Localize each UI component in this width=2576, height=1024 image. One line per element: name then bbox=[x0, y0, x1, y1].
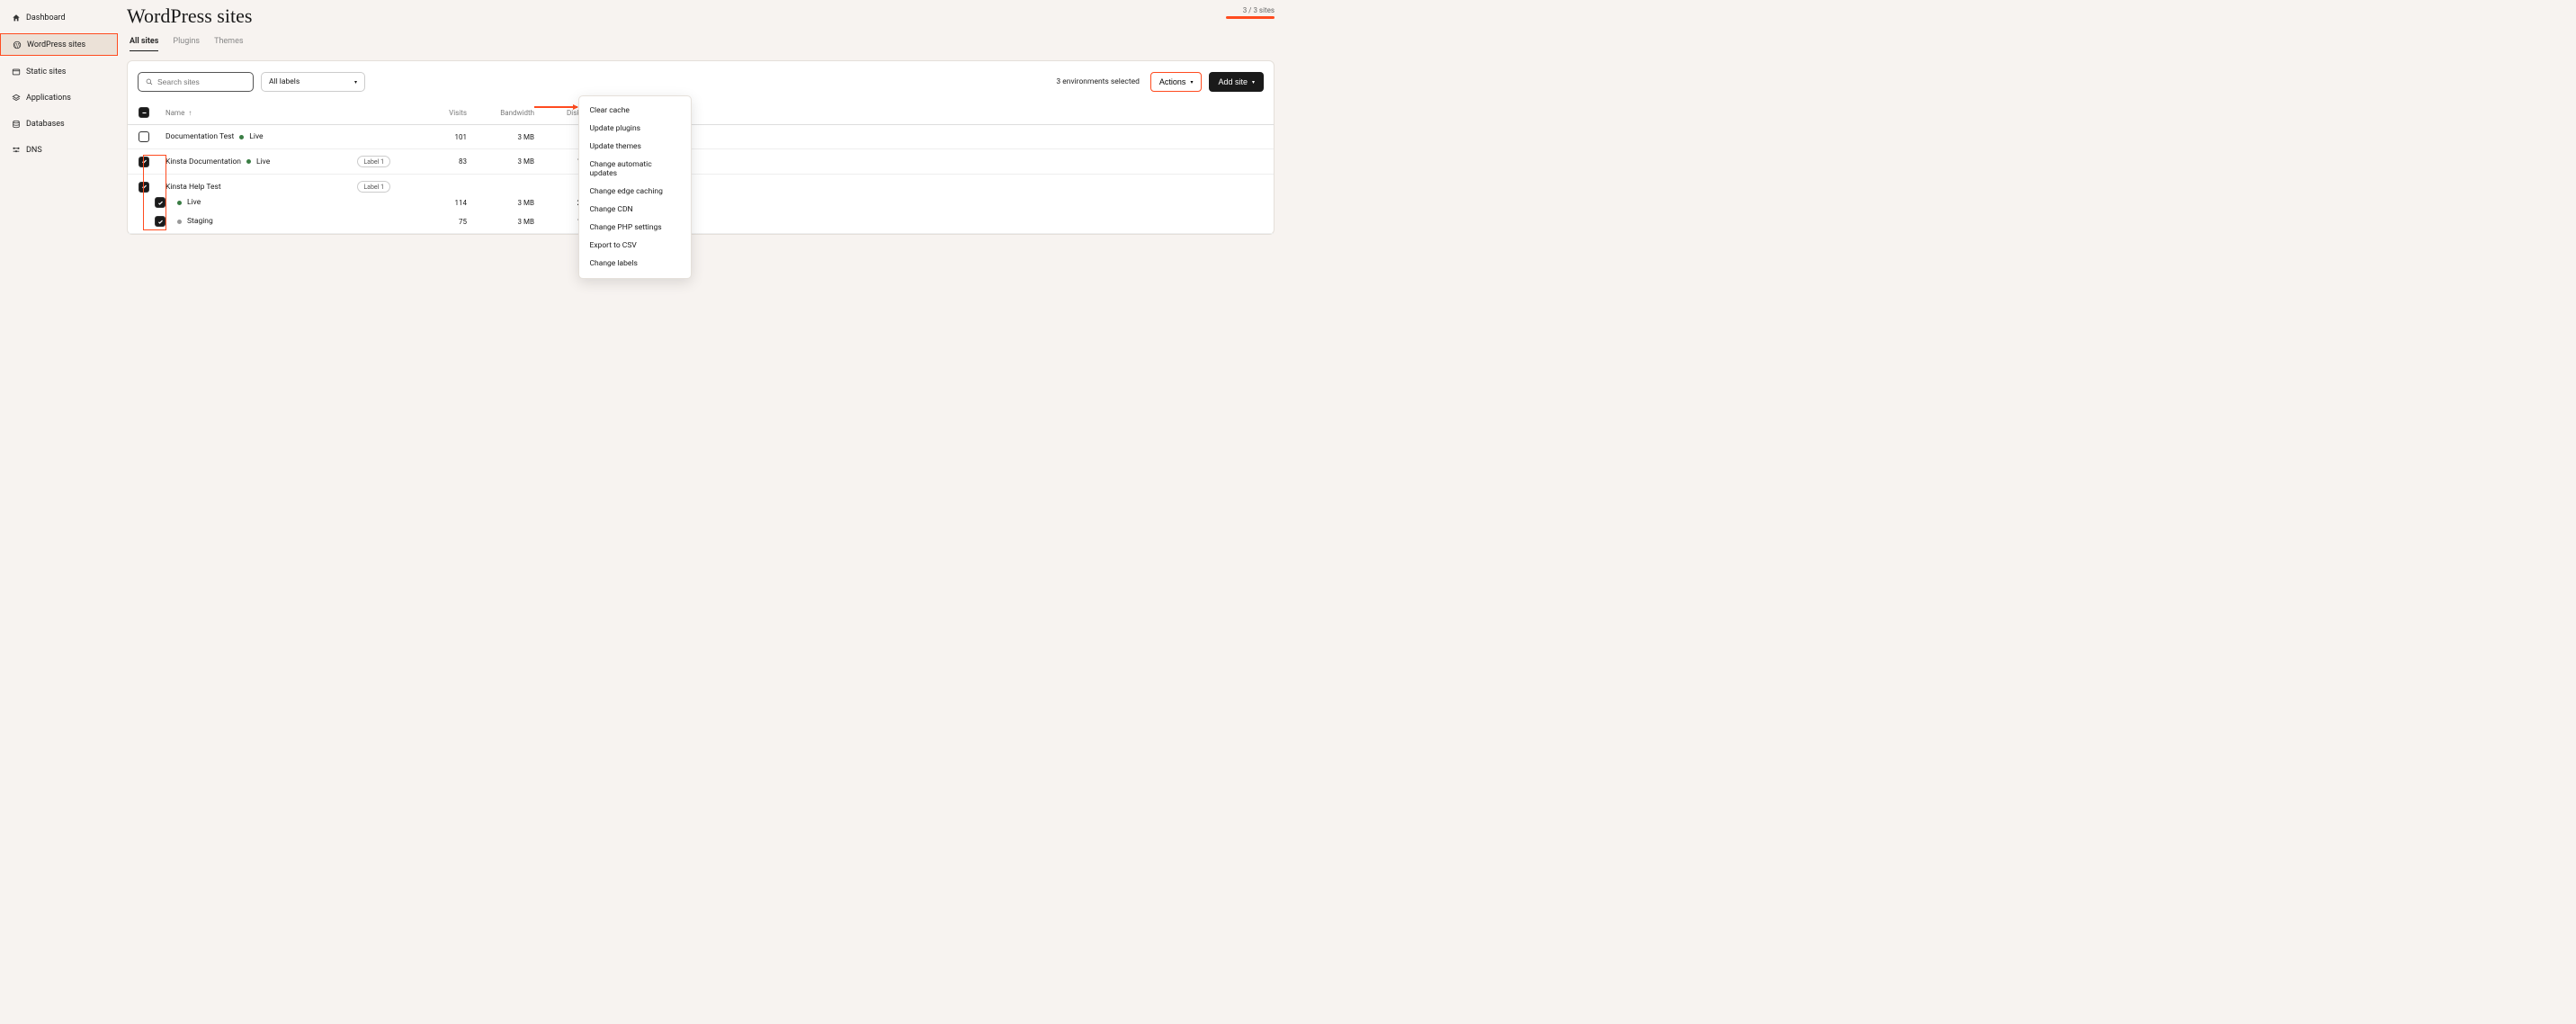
row-checkbox[interactable] bbox=[155, 216, 165, 227]
tab-themes[interactable]: Themes bbox=[214, 37, 243, 51]
sites-panel: All labels ▾ 3 environments selected Act… bbox=[127, 60, 1275, 235]
sidebar-item-dns[interactable]: DNS bbox=[0, 139, 118, 160]
toolbar: All labels ▾ 3 environments selected Act… bbox=[128, 70, 1274, 101]
label-chip[interactable]: Label 1 bbox=[357, 156, 390, 167]
cell-visits: 75 bbox=[408, 218, 467, 226]
site-count: 3 / 3 sites bbox=[1226, 4, 1275, 19]
annotation-underline bbox=[1226, 16, 1275, 19]
tab-all-sites[interactable]: All sites bbox=[130, 37, 158, 51]
sites-table: Name ↑ Visits Bandwidth Disk usage P Doc… bbox=[128, 101, 1274, 234]
cell-visits: 114 bbox=[408, 199, 467, 207]
page-title: WordPress sites bbox=[127, 4, 252, 28]
cell-bandwidth: 3 MB bbox=[467, 157, 534, 166]
table-row[interactable]: Kinsta Help Test Label 1 bbox=[128, 175, 1274, 195]
chevron-down-icon: ▾ bbox=[354, 79, 357, 85]
layers-icon bbox=[11, 93, 21, 103]
search-input-wrap[interactable] bbox=[138, 72, 254, 92]
dropdown-item-update-plugins[interactable]: Update plugins bbox=[579, 120, 691, 138]
sidebar-item-applications[interactable]: Applications bbox=[0, 87, 118, 108]
status-dot-icon bbox=[246, 159, 251, 164]
env-label: Live bbox=[249, 132, 263, 141]
column-bandwidth[interactable]: Bandwidth bbox=[467, 109, 534, 117]
search-icon bbox=[146, 78, 153, 85]
sidebar-item-label: Applications bbox=[26, 94, 71, 103]
env-label: Staging bbox=[187, 217, 213, 226]
select-all-checkbox[interactable] bbox=[139, 107, 149, 118]
row-checkbox[interactable] bbox=[155, 197, 165, 208]
dropdown-item-cdn[interactable]: Change CDN bbox=[579, 201, 691, 219]
chevron-down-icon: ▾ bbox=[1190, 79, 1193, 85]
tab-plugins[interactable]: Plugins bbox=[173, 37, 200, 51]
dropdown-item-change-labels[interactable]: Change labels bbox=[579, 255, 691, 273]
sidebar-item-label: WordPress sites bbox=[27, 40, 85, 49]
column-name[interactable]: Name ↑ bbox=[165, 109, 408, 117]
status-dot-icon bbox=[177, 201, 182, 205]
chevron-down-icon: ▾ bbox=[1252, 79, 1255, 85]
table-header: Name ↑ Visits Bandwidth Disk usage P bbox=[128, 101, 1274, 125]
sidebar-item-dashboard[interactable]: Dashboard bbox=[0, 7, 118, 28]
sidebar-item-wordpress-sites[interactable]: WordPress sites bbox=[0, 33, 118, 56]
sidebar-item-label: Databases bbox=[26, 120, 65, 129]
main-content: WordPress sites 3 / 3 sites All sites Pl… bbox=[118, 0, 1288, 512]
sidebar: Dashboard WordPress sites Static sites A… bbox=[0, 0, 118, 512]
table-subrow[interactable]: Live 114 3 MB 223 MB 8 bbox=[128, 195, 1274, 210]
dropdown-item-clear-cache[interactable]: Clear cache bbox=[579, 102, 691, 120]
search-input[interactable] bbox=[157, 77, 246, 86]
cell-visits: 101 bbox=[408, 133, 467, 141]
sidebar-item-databases[interactable]: Databases bbox=[0, 113, 118, 134]
tabs: All sites Plugins Themes bbox=[127, 37, 1275, 51]
table-subrow[interactable]: Staging 75 3 MB 156 MB 8 bbox=[128, 210, 1274, 234]
sort-up-icon: ↑ bbox=[188, 109, 192, 117]
cell-bandwidth: 3 MB bbox=[467, 133, 534, 141]
labels-filter[interactable]: All labels ▾ bbox=[261, 72, 365, 92]
status-dot-icon bbox=[239, 135, 244, 139]
actions-dropdown: Clear cache Update plugins Update themes… bbox=[578, 95, 692, 279]
add-site-button[interactable]: Add site ▾ bbox=[1209, 72, 1264, 92]
annotation-arrow bbox=[534, 106, 577, 108]
dropdown-item-update-themes[interactable]: Update themes bbox=[579, 138, 691, 156]
dropdown-item-auto-updates[interactable]: Change automatic updates bbox=[579, 156, 691, 183]
site-name: Kinsta Documentation bbox=[165, 157, 241, 166]
sidebar-item-static-sites[interactable]: Static sites bbox=[0, 61, 118, 82]
status-dot-icon bbox=[177, 220, 182, 224]
table-row[interactable]: Kinsta Documentation Live Label 1 83 3 M… bbox=[128, 149, 1274, 175]
sidebar-item-label: Static sites bbox=[26, 67, 66, 76]
table-row[interactable]: Documentation Test Live 101 3 MB 75 MB 8 bbox=[128, 125, 1274, 149]
browser-icon bbox=[11, 67, 21, 76]
sidebar-item-label: DNS bbox=[26, 146, 42, 155]
dropdown-item-export-csv[interactable]: Export to CSV bbox=[579, 237, 691, 255]
site-name: Kinsta Help Test bbox=[165, 183, 221, 192]
dropdown-item-edge-caching[interactable]: Change edge caching bbox=[579, 183, 691, 201]
selection-count: 3 environments selected bbox=[1056, 77, 1140, 86]
row-checkbox[interactable] bbox=[139, 182, 149, 193]
dns-icon bbox=[11, 145, 21, 155]
label-chip[interactable]: Label 1 bbox=[357, 181, 390, 193]
database-icon bbox=[11, 119, 21, 129]
sidebar-item-label: Dashboard bbox=[26, 13, 66, 22]
env-label: Live bbox=[187, 198, 201, 207]
home-icon bbox=[11, 13, 21, 22]
row-checkbox[interactable] bbox=[139, 131, 149, 142]
site-name: Documentation Test bbox=[165, 132, 234, 141]
cell-visits: 83 bbox=[408, 157, 467, 166]
dropdown-item-php[interactable]: Change PHP settings bbox=[579, 219, 691, 237]
column-visits[interactable]: Visits bbox=[408, 109, 467, 117]
row-checkbox[interactable] bbox=[139, 157, 149, 167]
cell-bandwidth: 3 MB bbox=[467, 218, 534, 226]
actions-button[interactable]: Actions ▾ bbox=[1150, 72, 1203, 92]
cell-bandwidth: 3 MB bbox=[467, 199, 534, 207]
env-label: Live bbox=[256, 157, 270, 166]
wordpress-icon bbox=[12, 40, 22, 49]
